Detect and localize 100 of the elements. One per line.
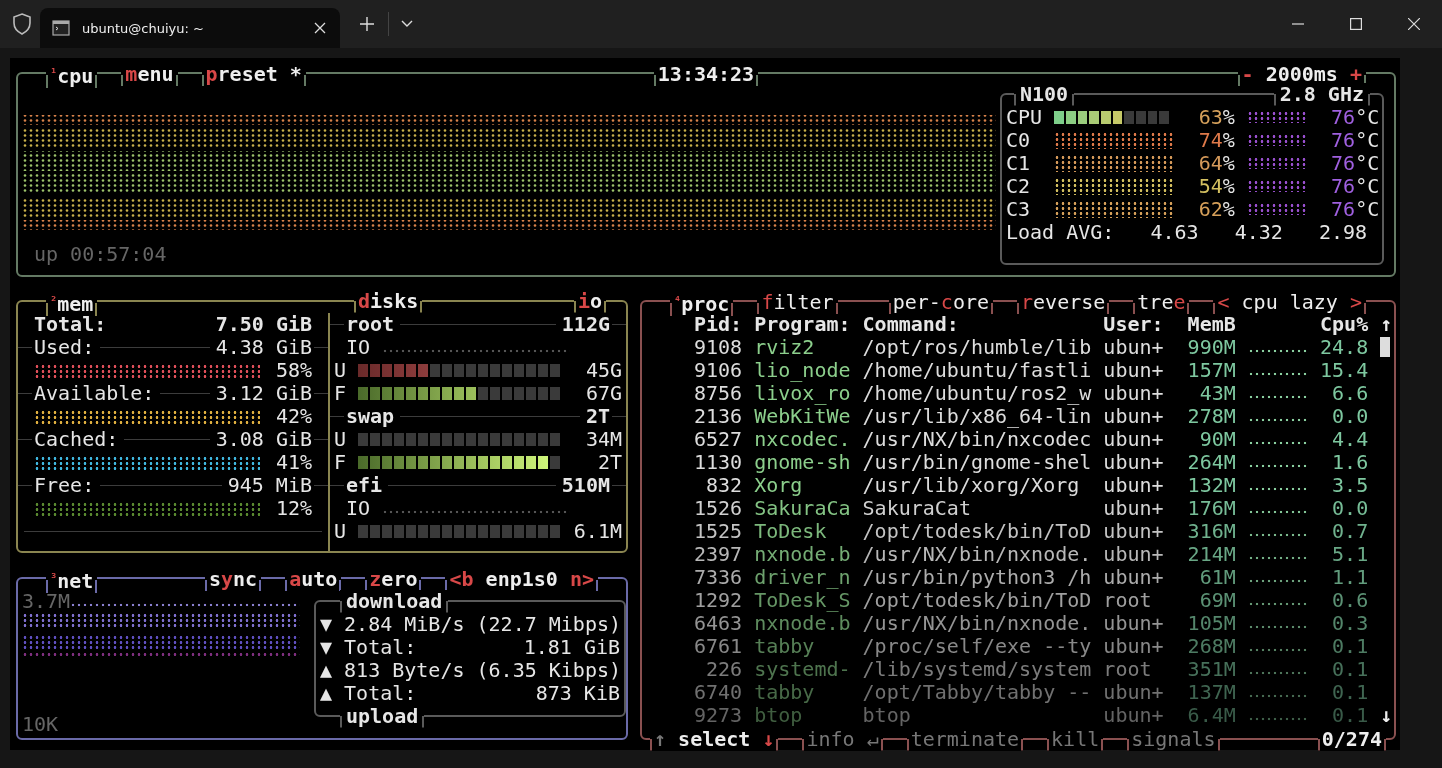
table-cell-text: 157M (1186, 358, 1236, 382)
table-cell: /usr/NX/bin/nxnode. (862, 611, 1092, 635)
cpu-sparkline (1247, 394, 1308, 400)
table-cell-text: SakuraCat (862, 496, 971, 520)
memory-label: Free: (34, 474, 95, 497)
arrow-icon: ▼ (320, 635, 333, 659)
table-cell: ubun+ (1103, 611, 1164, 635)
disk-meter-value: 6.1M (573, 520, 622, 543)
table-cell-text: root (1103, 657, 1153, 681)
core-label: C2 (1006, 174, 1032, 198)
table-cell: ubun+ (1103, 381, 1164, 405)
table-cell: ToDesk_S (754, 588, 851, 612)
cpu-sparkline (1247, 348, 1308, 354)
io-toggle[interactable]: io (573, 289, 606, 313)
interface-selector[interactable]: <b enp1s0 n> (445, 568, 598, 591)
table-cell: 6527 (694, 427, 743, 451)
column-header: MemB (1186, 312, 1236, 336)
temperature-text: 76°C (1331, 174, 1380, 198)
disk-size: 112G (561, 313, 610, 336)
table-cell: /home/ubuntu/fastli (862, 358, 1092, 382)
table-cell: livox_ro (754, 381, 851, 405)
table-cell-text: 4.4 (1331, 427, 1369, 451)
core-label: C1 (1006, 151, 1032, 175)
table-cell-text: 278M (1186, 404, 1236, 428)
cpu-sparkline (1247, 417, 1308, 423)
scroll-down-button[interactable]: ↓ (1380, 703, 1393, 727)
close-tab-icon[interactable] (314, 22, 326, 34)
new-tab-icon[interactable] (360, 17, 374, 31)
table-cell: /proc/self/exe --ty (862, 634, 1092, 658)
download-title[interactable]: download (340, 589, 449, 613)
memory-value: 7.50 GiB (215, 313, 312, 336)
table-cell-text: 351M (1186, 657, 1236, 681)
table-cell-text: 132M (1186, 473, 1236, 497)
table-cell-text: 69M (1198, 588, 1236, 612)
table-cell-text: 226 (705, 657, 743, 681)
disk-name: efi (346, 474, 383, 497)
table-cell-text: rviz2 (754, 335, 815, 359)
memory-value: 3.12 GiB (215, 382, 312, 405)
cpu-percent: 74% (1198, 128, 1235, 152)
table-cell-text: 90M (1198, 427, 1236, 451)
cpu-percent: 54% (1198, 174, 1235, 198)
network-stat-value: 873 KiB (535, 681, 620, 705)
temperature-text: 76°C (1331, 128, 1380, 152)
cpu-frequency-label[interactable]: 2.8 GHz (1273, 82, 1370, 106)
temperature-graph (1246, 203, 1307, 215)
table-cell: WebKitWe (754, 404, 851, 428)
memory-percent: 58% (275, 359, 312, 382)
caret-icon[interactable] (401, 20, 413, 28)
maximize-icon[interactable] (1350, 18, 1362, 30)
table-cell-text: 0.0 (1331, 404, 1369, 428)
scroll-up-button[interactable]: ↑ (1380, 312, 1393, 336)
sort-selector[interactable]: < cpu lazy > (1213, 291, 1366, 314)
cpu-sparkline (1247, 440, 1308, 446)
scale-min-label: 10K (22, 713, 60, 736)
temperature-graph (1246, 157, 1307, 169)
cpu-sparkline (1247, 463, 1308, 469)
uptime-text: up 00:57:04 (33, 242, 168, 266)
disk-meter-value: 67G (585, 382, 622, 405)
temperature-graph (1246, 111, 1307, 123)
table-cell-text: btop (862, 703, 911, 727)
table-cell: /opt/todesk/bin/ToD (862, 588, 1092, 612)
close-icon[interactable] (1408, 18, 1420, 30)
memory-value: 4.38 GiB (215, 336, 312, 359)
table-cell-text: 6.4M (1186, 703, 1236, 727)
table-cell-text: 0.6 (1331, 588, 1369, 612)
cpu-sparkline (1247, 555, 1308, 561)
disk-meter-label: U (334, 359, 347, 382)
memory-percent: 41% (275, 451, 312, 474)
column-header: Program: (754, 312, 851, 336)
table-cell: nxnode.b (754, 611, 851, 635)
table-cell: nxcodec. (754, 427, 851, 451)
table-cell: 7336 (694, 565, 743, 589)
table-cell-text: 316M (1186, 519, 1236, 543)
cpu-sparkline (1247, 601, 1308, 607)
io-label: IO (346, 497, 371, 520)
table-cell-text: 6.6 (1331, 381, 1369, 405)
scrollbar-thumb[interactable] (1380, 337, 1391, 357)
disk-meter-label: U (334, 520, 347, 543)
table-cell-text: 268M (1186, 634, 1236, 658)
table-cell-text: 61M (1198, 565, 1236, 589)
core-label: C3 (1006, 197, 1032, 221)
table-cell-text: 1.1 (1331, 565, 1369, 589)
disk-size: 2T (585, 405, 610, 428)
temperature-text: 76°C (1331, 151, 1380, 175)
disks-title[interactable]: disks (354, 289, 423, 313)
table-cell-text: 990M (1186, 335, 1236, 359)
table-cell: /usr/bin/python3 /h (862, 565, 1092, 589)
table-cell: ubun+ (1103, 473, 1164, 497)
disk-meter-label: U (334, 428, 347, 451)
cpu-sparkline (1247, 647, 1308, 653)
filter-button[interactable]: filter (757, 291, 838, 314)
table-cell-text: 43M (1198, 381, 1236, 405)
memory-label: Cached: (34, 428, 119, 451)
memory-value: 945 MiB (227, 474, 312, 497)
table-cell: 24.8 (1320, 335, 1369, 359)
io-label: IO (346, 336, 371, 359)
terminal-tab[interactable]: ubuntu@chuiyu: ~ (40, 8, 340, 48)
column-header: Cpu% (1320, 312, 1369, 336)
table-cell-text: 0.1 (1331, 634, 1369, 658)
table-cell: ubun+ (1103, 404, 1164, 428)
